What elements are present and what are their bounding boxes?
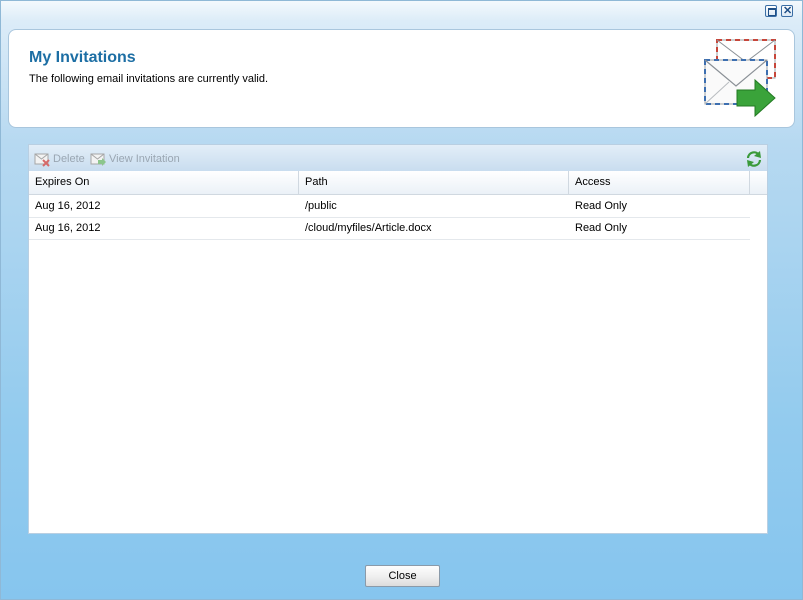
cell-expires-on: Aug 16, 2012 [35, 200, 101, 212]
column-header-path[interactable]: Path [299, 171, 569, 194]
delete-button[interactable]: Delete [34, 151, 85, 167]
dialog-titlebar: ✕ [1, 1, 802, 23]
maximize-icon[interactable] [765, 5, 777, 17]
view-invitation-icon [90, 153, 106, 166]
invitations-dialog: ✕ My Invitations The following email inv… [0, 0, 803, 600]
refresh-icon[interactable] [745, 150, 763, 168]
column-header-access[interactable]: Access [569, 171, 750, 194]
close-button[interactable]: Close [365, 565, 440, 587]
delete-icon [34, 153, 50, 167]
invitations-grid: Delete View Invitation Expires On Path A… [28, 144, 768, 534]
view-invitation-button[interactable]: View Invitation [90, 151, 180, 167]
cell-access: Read Only [575, 222, 627, 234]
column-header-expires-on[interactable]: Expires On [29, 171, 299, 194]
delete-label: Delete [53, 153, 85, 165]
cell-expires-on: Aug 16, 2012 [35, 222, 101, 234]
page-title: My Invitations [29, 49, 136, 66]
table-row[interactable]: Aug 16, 2012 /public Read Only [29, 195, 750, 218]
cell-path: /public [305, 200, 337, 212]
close-icon[interactable]: ✕ [781, 5, 793, 17]
email-invitation-icon [704, 39, 776, 118]
page-subtitle: The following email invitations are curr… [29, 73, 269, 85]
grid-toolbar: Delete View Invitation [29, 145, 767, 172]
column-header-row: Expires On Path Access [29, 171, 767, 195]
cell-path: /cloud/myfiles/Article.docx [305, 222, 432, 234]
cell-access: Read Only [575, 200, 627, 212]
table-row[interactable]: Aug 16, 2012 /cloud/myfiles/Article.docx… [29, 217, 750, 240]
view-invitation-label: View Invitation [109, 153, 180, 165]
header-panel: My Invitations The following email invit… [8, 29, 795, 128]
